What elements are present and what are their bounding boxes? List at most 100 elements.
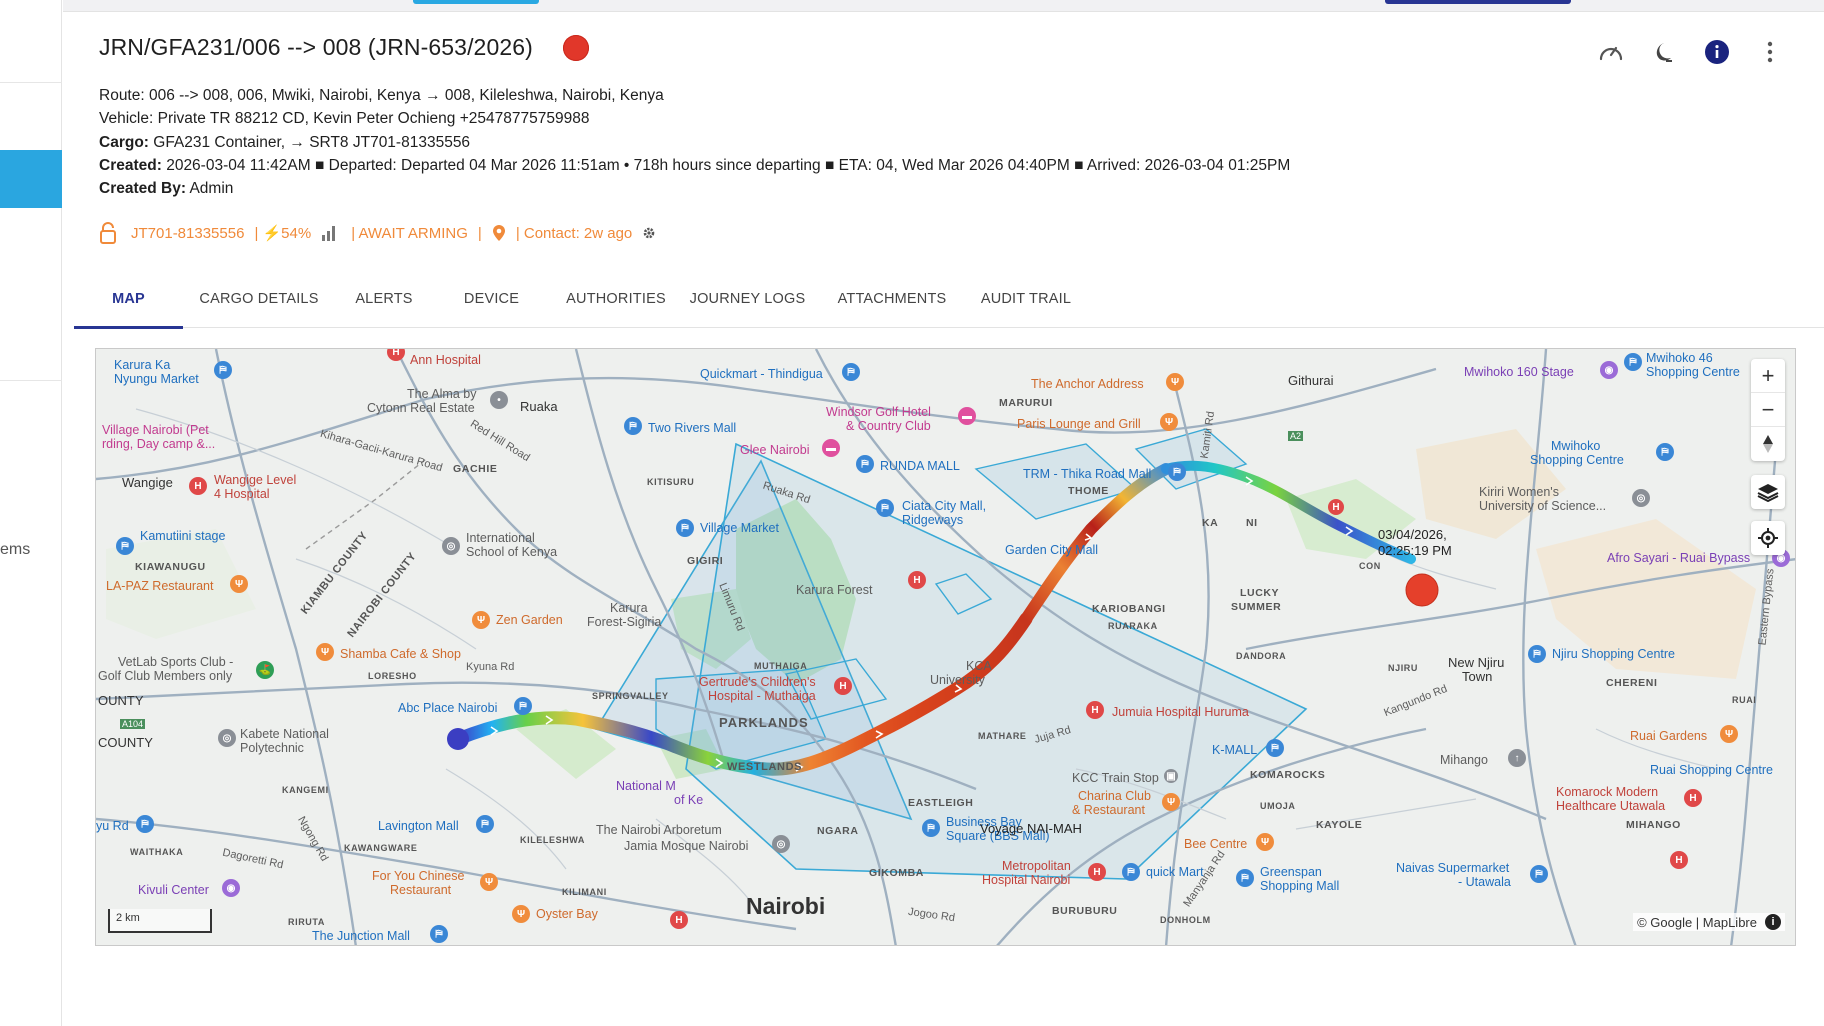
shopping-pin-icon[interactable]: ⛿ [876, 499, 894, 517]
shopping-pin-icon[interactable]: ⛿ [514, 697, 532, 715]
attribution-info-icon[interactable]: i [1765, 914, 1781, 930]
restaurant-pin-icon[interactable]: Ψ [1256, 833, 1274, 851]
hospital-pin-icon[interactable]: H [1684, 789, 1702, 807]
tab-authorities[interactable]: AUTHORITIES [550, 285, 682, 328]
map-label: KARIOBANGI [1092, 603, 1166, 615]
restaurant-pin-icon[interactable]: Ψ [230, 575, 248, 593]
restaurant-pin-icon[interactable]: Ψ [512, 905, 530, 923]
restaurant-pin-icon[interactable]: Ψ [1720, 725, 1738, 743]
hospital-pin-icon[interactable]: H [1086, 701, 1104, 719]
hospital-pin-icon[interactable]: H [1670, 851, 1688, 869]
bus-stop-pin-icon[interactable]: ⛿ [116, 537, 134, 555]
hotel-pin-icon[interactable]: ▬ [958, 407, 976, 425]
map-label: Hospital - Muthaiga [708, 689, 816, 703]
restaurant-pin-icon[interactable]: Ψ [1166, 373, 1184, 391]
tab-map[interactable]: MAP [74, 285, 183, 329]
place-pin-icon[interactable]: ◉ [222, 879, 240, 897]
map-label: OUNTY [98, 693, 144, 708]
place-pin-icon[interactable]: ⛿ [214, 361, 232, 379]
tab-cargo-details[interactable]: CARGO DETAILS [183, 285, 335, 328]
shopping-pin-icon[interactable]: ⛿ [1266, 739, 1284, 757]
shopping-pin-icon[interactable]: ⛿ [1122, 863, 1140, 881]
shopping-pin-icon[interactable]: ⛿ [1168, 463, 1186, 481]
map-label: GACHIE [453, 463, 498, 475]
tab-device[interactable]: DEVICE [433, 285, 550, 328]
journey-map[interactable]: Karura Ka Nyungu Market ⛿ H Ann Hospital… [95, 348, 1796, 946]
map-label: Ciata City Mall, [902, 499, 987, 513]
map-label: RUARAKA [1108, 621, 1158, 631]
shopping-pin-icon[interactable]: ⛿ [1530, 865, 1548, 883]
place-pin-icon[interactable]: ↑ [1508, 749, 1526, 767]
tab-journey-logs[interactable]: JOURNEY LOGS [682, 285, 813, 328]
restaurant-pin-icon[interactable]: Ψ [1160, 413, 1178, 431]
shopping-pin-icon[interactable]: ⛿ [476, 815, 494, 833]
map-label: KANGEMI [282, 785, 329, 795]
settings-icon[interactable] [642, 226, 656, 240]
layers-button[interactable] [1751, 475, 1785, 509]
mosque-pin-icon[interactable]: ◎ [772, 835, 790, 853]
arming-status: | AWAIT ARMING [351, 224, 468, 242]
school-pin-icon[interactable]: ◎ [218, 729, 236, 747]
shopping-pin-icon[interactable]: ⛿ [922, 819, 940, 837]
night-mode-icon[interactable] [1648, 36, 1680, 68]
zoom-out-button[interactable]: − [1751, 393, 1785, 427]
map-label: National M [616, 779, 676, 793]
golf-pin-icon[interactable]: ⛳ [256, 661, 274, 679]
bus-stop-pin-icon[interactable]: ◉ [1600, 361, 1618, 379]
map-label: LUCKY [1240, 587, 1280, 599]
shopping-pin-icon[interactable]: ⛿ [430, 925, 448, 943]
zoom-in-button[interactable]: + [1751, 359, 1785, 393]
map-label: RIRUTA [288, 917, 325, 927]
shopping-pin-icon[interactable]: ⛿ [1624, 353, 1642, 371]
restaurant-pin-icon[interactable]: Ψ [480, 873, 498, 891]
restaurant-pin-icon[interactable]: Ψ [472, 611, 490, 629]
tab-attachments[interactable]: ATTACHMENTS [813, 285, 971, 328]
place-pin-icon[interactable]: ▬ [822, 439, 840, 457]
hospital-pin-icon[interactable]: H [1328, 499, 1344, 515]
place-pin-icon[interactable]: • [490, 391, 508, 409]
map-label: Karura Forest [796, 583, 873, 597]
voyage-label: Voyage NAI-MAH [980, 821, 1082, 836]
device-id-link[interactable]: JT701-81335556 [131, 225, 244, 242]
location-pin-icon[interactable] [492, 224, 506, 242]
speedometer-icon[interactable] [1595, 36, 1627, 68]
map-label: Karura [610, 601, 648, 615]
hospital-pin-icon[interactable]: H [1088, 863, 1106, 881]
school-pin-icon[interactable]: ◎ [1632, 489, 1650, 507]
map-label: KITISURU [647, 477, 695, 487]
tab-audit-trail[interactable]: AUDIT TRAIL [971, 285, 1081, 328]
more-vert-icon[interactable] [1754, 36, 1786, 68]
map-label: NGARA [817, 825, 859, 837]
map-label: University of Science... [1479, 499, 1607, 513]
tab-alerts[interactable]: ALERTS [335, 285, 433, 328]
shopping-pin-icon[interactable]: ⛿ [136, 815, 154, 833]
map-label: New Njiru [1448, 655, 1505, 670]
shopping-pin-icon[interactable]: ⛿ [856, 455, 874, 473]
shopping-pin-icon[interactable]: ⛿ [842, 363, 860, 381]
hospital-pin-icon[interactable]: H [189, 477, 207, 495]
hospital-pin-icon[interactable]: H [908, 571, 926, 589]
restaurant-pin-icon[interactable]: Ψ [1162, 793, 1180, 811]
locate-me-button[interactable] [1751, 521, 1785, 555]
map-label: THOME [1068, 485, 1109, 497]
top-tab-indicator[interactable] [413, 0, 539, 4]
created-by-label: Created By: [99, 180, 186, 198]
train-stop-icon[interactable]: ▣ [1164, 769, 1178, 783]
map-label: School of Kenya [466, 545, 558, 559]
shopping-pin-icon[interactable]: ⛿ [1656, 443, 1674, 461]
shopping-pin-icon[interactable]: ⛿ [624, 417, 642, 435]
compass-button[interactable] [1751, 427, 1785, 461]
sidebar-active-item[interactable] [0, 150, 62, 208]
shopping-pin-icon[interactable]: ⛿ [1236, 869, 1254, 887]
sidebar-item-label[interactable]: ems [0, 541, 30, 559]
shopping-pin-icon[interactable]: ⛿ [676, 519, 694, 537]
top-tab-indicator[interactable] [1385, 0, 1571, 4]
map-label: SUMMER [1231, 601, 1282, 613]
school-pin-icon[interactable]: ◎ [442, 537, 460, 555]
layers-control [1751, 475, 1785, 509]
hospital-pin-icon[interactable]: H [834, 677, 852, 695]
info-icon[interactable] [1701, 36, 1733, 68]
hospital-pin-icon[interactable]: H [670, 911, 688, 929]
shopping-pin-icon[interactable]: ⛿ [1528, 645, 1546, 663]
restaurant-pin-icon[interactable]: Ψ [316, 643, 334, 661]
